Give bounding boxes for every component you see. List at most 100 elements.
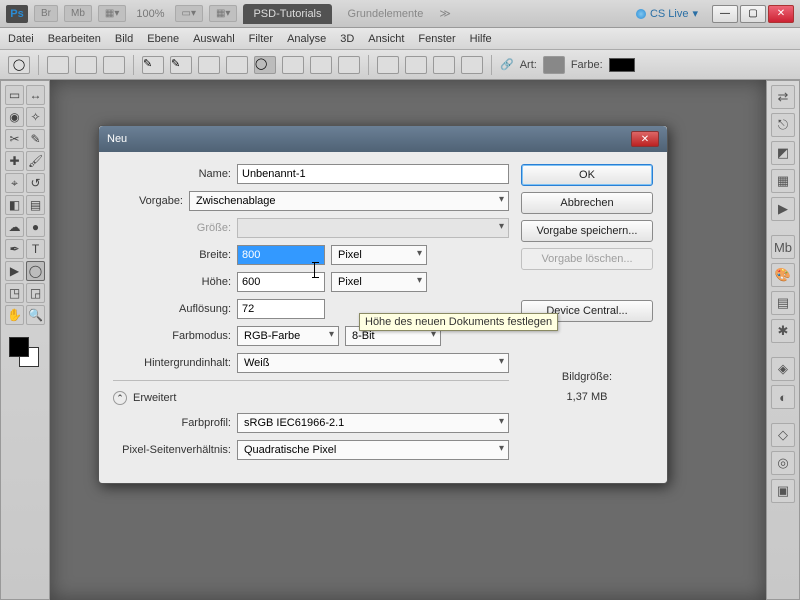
crop-tool-icon[interactable]: ✂ bbox=[5, 129, 24, 149]
pathop2-icon[interactable] bbox=[405, 56, 427, 74]
blur-tool-icon[interactable]: ☁ bbox=[5, 217, 24, 237]
hand-tool-icon[interactable]: ✋ bbox=[5, 305, 24, 325]
colorprofile-dropdown[interactable]: sRGB IEC61966-2.1 bbox=[237, 413, 509, 433]
screenmode-icon[interactable]: ▦▾ bbox=[98, 5, 126, 22]
3dcam-tool-icon[interactable]: ◲ bbox=[26, 283, 45, 303]
path-select-icon[interactable]: ▶ bbox=[5, 261, 24, 281]
menu-bild[interactable]: Bild bbox=[115, 33, 133, 45]
pen-tool-icon[interactable]: ✒ bbox=[5, 239, 24, 259]
colormode-dropdown[interactable]: RGB-Farbe bbox=[237, 326, 339, 346]
menu-ansicht[interactable]: Ansicht bbox=[368, 33, 404, 45]
heal-tool-icon[interactable]: ✚ bbox=[5, 151, 24, 171]
panel-icon[interactable]: ⎋ bbox=[771, 113, 795, 137]
freeform-pen-icon[interactable]: ✎ bbox=[170, 56, 192, 74]
gradient-tool-icon[interactable]: ▤ bbox=[26, 195, 45, 215]
menu-filter[interactable]: Filter bbox=[249, 33, 273, 45]
ellipse-shape-icon[interactable]: ◯ bbox=[254, 56, 276, 74]
panel-icon[interactable]: 🎨 bbox=[771, 263, 795, 287]
menu-fenster[interactable]: Fenster bbox=[418, 33, 455, 45]
resolution-field[interactable] bbox=[237, 299, 325, 319]
custom-shape-icon[interactable] bbox=[338, 56, 360, 74]
paths-icon[interactable] bbox=[75, 56, 97, 74]
lasso-tool-icon[interactable]: ◉ bbox=[5, 107, 24, 127]
3d-tool-icon[interactable]: ◳ bbox=[5, 283, 24, 303]
panel-icon[interactable]: ◇ bbox=[771, 423, 795, 447]
menu-bearbeiten[interactable]: Bearbeiten bbox=[48, 33, 101, 45]
color-swatch[interactable] bbox=[609, 58, 635, 72]
minibridge-chip[interactable]: Mb bbox=[64, 5, 92, 22]
menu-datei[interactable]: Datei bbox=[8, 33, 34, 45]
workspace-tab[interactable]: Grundelemente bbox=[338, 4, 434, 24]
more-workspaces-icon[interactable]: ≫ bbox=[439, 7, 451, 20]
panel-icon[interactable]: Mb bbox=[771, 235, 795, 259]
panel-icon[interactable]: ◐ bbox=[771, 385, 795, 409]
panel-icon[interactable]: ⇄ bbox=[771, 85, 795, 109]
menu-hilfe[interactable]: Hilfe bbox=[470, 33, 492, 45]
zoom-tool-icon[interactable]: 🔍 bbox=[26, 305, 45, 325]
brush-tool-icon[interactable]: 🖌 bbox=[26, 151, 45, 171]
height-unit-dropdown[interactable]: Pixel bbox=[331, 272, 427, 292]
panel-icon[interactable]: ▣ bbox=[771, 479, 795, 503]
imagesize-label: Bildgröße: bbox=[521, 368, 653, 388]
background-value: Weiß bbox=[244, 357, 269, 369]
polygon-shape-icon[interactable] bbox=[282, 56, 304, 74]
menu-auswahl[interactable]: Auswahl bbox=[193, 33, 235, 45]
width-unit-dropdown[interactable]: Pixel bbox=[331, 245, 427, 265]
panel-icon[interactable]: ✱ bbox=[771, 319, 795, 343]
stamp-tool-icon[interactable]: ⌖ bbox=[5, 173, 24, 193]
eraser-tool-icon[interactable]: ◧ bbox=[5, 195, 24, 215]
type-tool-icon[interactable]: T bbox=[26, 239, 45, 259]
shape-tool-icon[interactable]: ◯ bbox=[26, 261, 45, 281]
imagesize-value: 1,37 MB bbox=[521, 388, 653, 408]
roundrect-shape-icon[interactable] bbox=[226, 56, 248, 74]
panel-icon[interactable]: ◎ bbox=[771, 451, 795, 475]
zoom-level[interactable]: 100% bbox=[132, 8, 168, 20]
pathop4-icon[interactable] bbox=[461, 56, 483, 74]
dialog-titlebar[interactable]: Neu ✕ bbox=[99, 126, 667, 152]
panel-icon[interactable]: ▤ bbox=[771, 291, 795, 315]
fill-pixels-icon[interactable] bbox=[103, 56, 125, 74]
history-brush-icon[interactable]: ↺ bbox=[26, 173, 45, 193]
move-tool-icon[interactable]: ↔ bbox=[26, 85, 45, 105]
window-close-button[interactable]: ✕ bbox=[768, 5, 794, 23]
dodge-tool-icon[interactable]: ● bbox=[26, 217, 45, 237]
viewextras-icon[interactable]: ▦▾ bbox=[209, 5, 237, 22]
panel-icon[interactable]: ◈ bbox=[771, 357, 795, 381]
marquee-tool-icon[interactable]: ▭ bbox=[5, 85, 24, 105]
window-minimize-button[interactable]: — bbox=[712, 5, 738, 23]
panel-icon[interactable]: ▦ bbox=[771, 169, 795, 193]
height-field[interactable] bbox=[237, 272, 325, 292]
dialog-close-button[interactable]: ✕ bbox=[631, 131, 659, 147]
menu-ebene[interactable]: Ebene bbox=[147, 33, 179, 45]
rect-shape-icon[interactable] bbox=[198, 56, 220, 74]
cslive-button[interactable]: CS Live▾ bbox=[636, 7, 698, 20]
ok-button[interactable]: OK bbox=[521, 164, 653, 186]
save-preset-button[interactable]: Vorgabe speichern... bbox=[521, 220, 653, 242]
preset-dropdown[interactable]: Zwischenablage bbox=[189, 191, 509, 211]
pixelaspect-dropdown[interactable]: Quadratische Pixel bbox=[237, 440, 509, 460]
color-picker[interactable] bbox=[7, 335, 43, 375]
advanced-toggle[interactable]: ⌃Erweitert bbox=[113, 391, 509, 405]
cancel-button[interactable]: Abbrechen bbox=[521, 192, 653, 214]
shape-layers-icon[interactable] bbox=[47, 56, 69, 74]
line-shape-icon[interactable] bbox=[310, 56, 332, 74]
tool-preset-icon[interactable]: ◯ bbox=[8, 56, 30, 74]
eyedropper-tool-icon[interactable]: ✎ bbox=[26, 129, 45, 149]
panel-icon[interactable]: ◩ bbox=[771, 141, 795, 165]
style-swatch[interactable] bbox=[543, 56, 565, 74]
background-dropdown[interactable]: Weiß bbox=[237, 353, 509, 373]
panel-icon[interactable]: ▶ bbox=[771, 197, 795, 221]
pathop3-icon[interactable] bbox=[433, 56, 455, 74]
menu-analyse[interactable]: Analyse bbox=[287, 33, 326, 45]
pen-icon[interactable]: ✎ bbox=[142, 56, 164, 74]
name-field[interactable] bbox=[237, 164, 509, 184]
pathop1-icon[interactable] bbox=[377, 56, 399, 74]
link-style-icon[interactable]: 🔗 bbox=[500, 58, 514, 71]
bridge-chip[interactable]: Br bbox=[34, 5, 58, 22]
workspace-tab-active[interactable]: PSD-Tutorials bbox=[243, 4, 331, 24]
window-maximize-button[interactable]: ▢ bbox=[740, 5, 766, 23]
arrange-icon[interactable]: ▭▾ bbox=[175, 5, 203, 22]
menu-3d[interactable]: 3D bbox=[340, 33, 354, 45]
size-dropdown bbox=[237, 218, 509, 238]
wand-tool-icon[interactable]: ✧ bbox=[26, 107, 45, 127]
